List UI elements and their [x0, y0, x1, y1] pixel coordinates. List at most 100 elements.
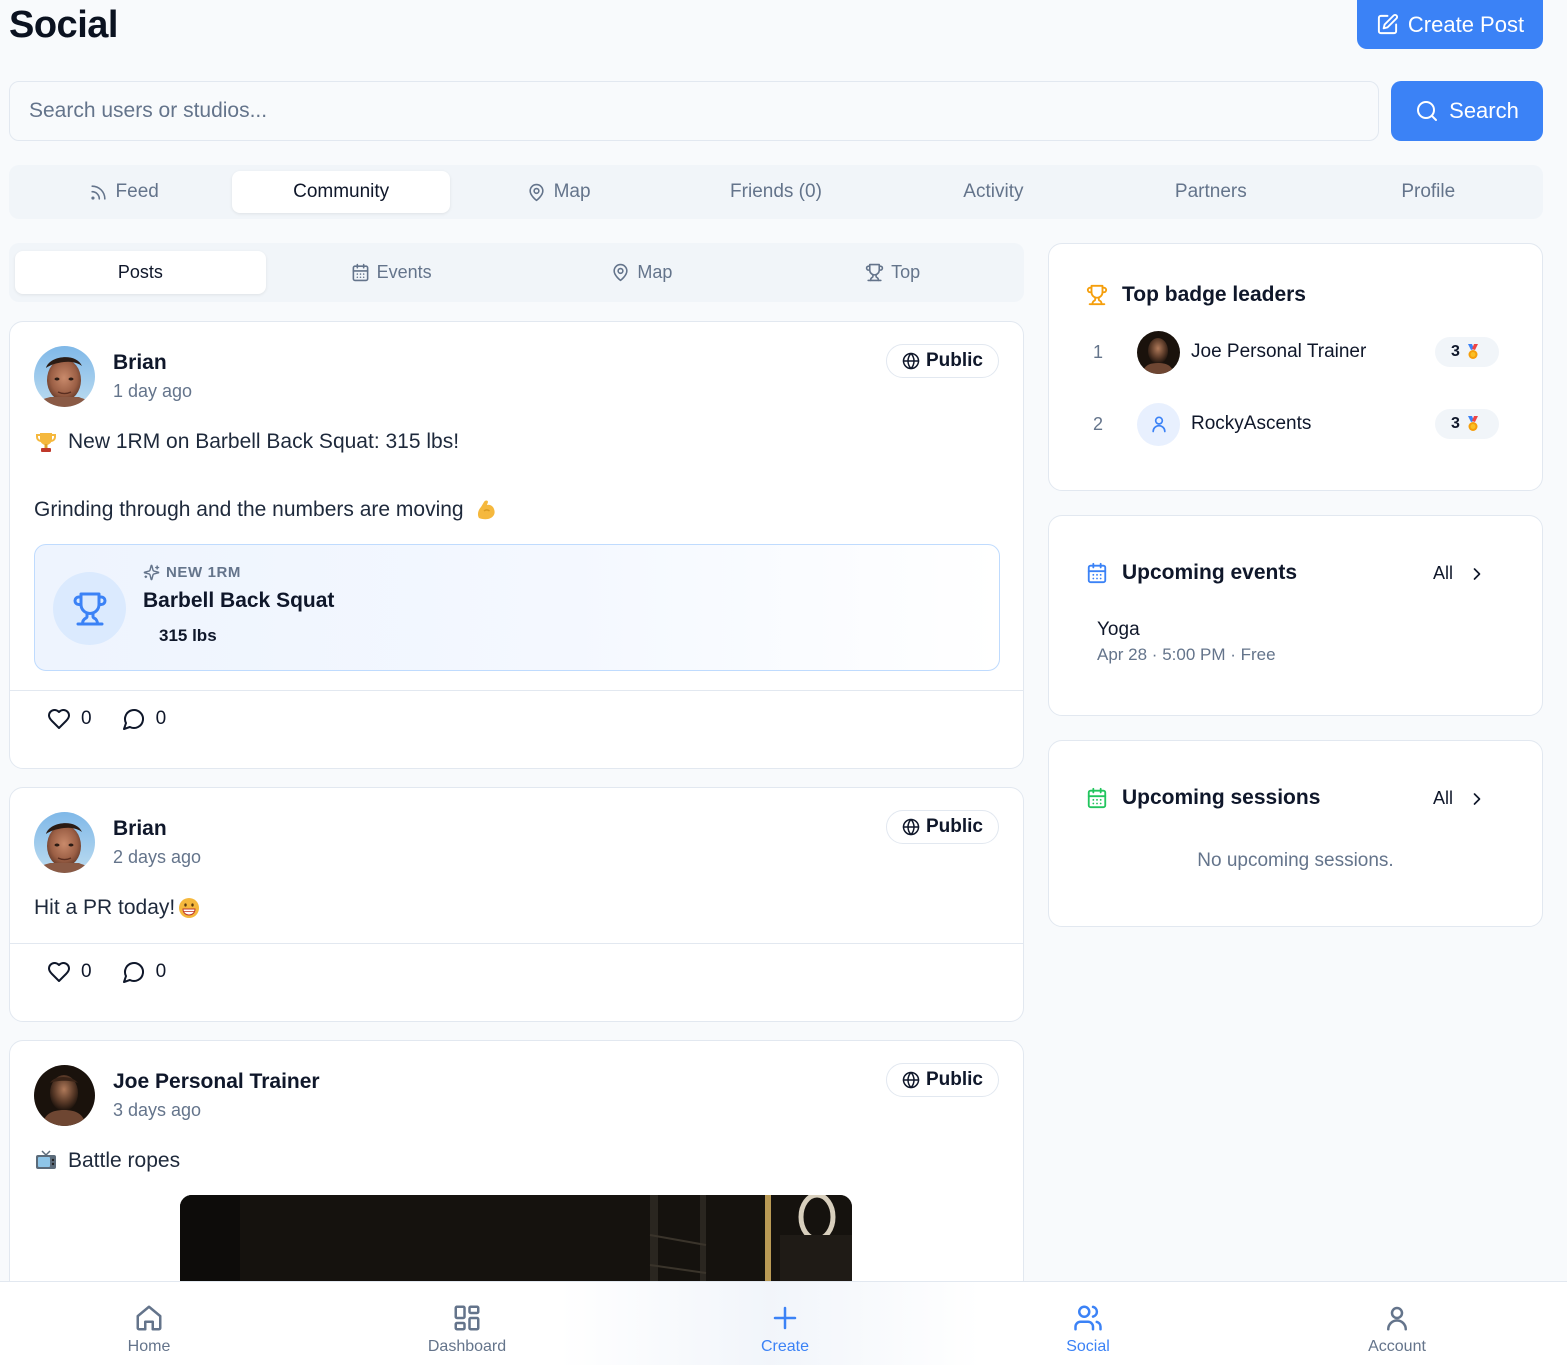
all-label: All	[1432, 563, 1453, 583]
pr-card[interactable]: NEW 1RM Barbell Back Squat 315 lbs	[34, 544, 1000, 671]
grinning-emoji-icon	[177, 896, 201, 920]
event-name[interactable]: Yoga	[1097, 619, 1140, 641]
like-count: 0	[81, 961, 92, 982]
subtab-top[interactable]: Top	[767, 251, 1018, 294]
edit-icon	[1376, 13, 1399, 36]
comment-button[interactable]: 0	[122, 960, 166, 984]
events-all-link[interactable]: All	[1433, 563, 1487, 584]
sessions-all-link[interactable]: All	[1433, 788, 1487, 809]
heart-icon	[47, 707, 71, 731]
post-time: 3 days ago	[113, 1100, 202, 1120]
globe-icon	[902, 352, 920, 370]
visibility-label: Public	[925, 1069, 983, 1090]
medal-icon	[1466, 344, 1480, 360]
like-button[interactable]: 0	[47, 707, 92, 731]
post-author[interactable]: Joe Personal Trainer	[113, 1070, 320, 1094]
chevron-right-icon	[1467, 564, 1487, 584]
post-reactions: 0 0	[47, 707, 166, 731]
avatar[interactable]	[34, 812, 95, 873]
nav-label: Dashboard	[427, 1338, 507, 1355]
globe-icon	[902, 1071, 920, 1089]
calendar-icon	[351, 263, 370, 282]
avatar[interactable]	[34, 346, 95, 407]
comment-button[interactable]: 0	[122, 707, 167, 731]
television-emoji-icon	[34, 1149, 58, 1173]
subtab-label: Top	[891, 262, 921, 282]
tab-partners[interactable]: Partners	[1102, 171, 1319, 213]
tab-friends[interactable]: Friends (0)	[667, 171, 884, 213]
trophy-icon	[72, 591, 108, 627]
nav-home[interactable]: Home	[69, 1282, 229, 1365]
pr-value: 315 lbs	[159, 626, 217, 645]
badge-count-value: 3	[1451, 415, 1460, 432]
leader-row[interactable]: 2 RockyAscents 3	[1093, 402, 1499, 446]
leader-row[interactable]: 1 Joe Personal Trainer 3	[1093, 330, 1499, 374]
post-text-line: Grinding through and the numbers are mov…	[34, 498, 464, 521]
badge-count: 3	[1435, 409, 1499, 439]
post-header: Brian 2 days ago	[34, 812, 201, 873]
flexed-biceps-emoji-icon	[474, 498, 498, 522]
like-button[interactable]: 0	[47, 960, 92, 984]
search-button-label: Search	[1449, 98, 1519, 123]
nav-label: Create	[760, 1338, 810, 1355]
plus-icon	[770, 1303, 800, 1333]
dashboard-icon	[452, 1303, 482, 1333]
search-button[interactable]: Search	[1391, 81, 1543, 141]
avatar	[1137, 402, 1180, 446]
post-text-line: Hit a PR today!	[34, 896, 176, 919]
tab-profile[interactable]: Profile	[1320, 171, 1537, 213]
badge-count: 3	[1435, 337, 1499, 367]
post-text-line: New 1RM on Barbell Back Squat: 315 lbs!	[68, 430, 460, 453]
comment-count: 0	[155, 708, 167, 729]
post-card: Brian 1 day ago Public New 1RM on Barbel…	[9, 321, 1024, 769]
tab-feed[interactable]: Feed	[15, 171, 232, 213]
comment-icon	[122, 960, 146, 984]
trophy-emoji-icon	[34, 430, 58, 454]
subtab-events[interactable]: Events	[266, 251, 517, 294]
nav-create[interactable]: Create	[705, 1282, 865, 1365]
search-input[interactable]	[9, 81, 1379, 141]
post-header: Brian 1 day ago	[34, 346, 192, 407]
avatar[interactable]	[34, 1065, 95, 1126]
visibility-badge: Public	[885, 1063, 999, 1097]
post-author[interactable]: Brian	[113, 351, 192, 375]
avatar	[1137, 330, 1180, 374]
users-icon	[1073, 1303, 1103, 1333]
calendar-icon	[1086, 787, 1108, 809]
leader-name: RockyAscents	[1191, 413, 1312, 434]
visibility-label: Public	[925, 350, 983, 371]
subtab-label: Map	[637, 262, 673, 282]
home-icon	[134, 1303, 164, 1333]
upcoming-sessions-card: Upcoming sessions All No upcoming sessio…	[1048, 740, 1543, 927]
leader-name: Joe Personal Trainer	[1191, 341, 1367, 362]
subtab-posts[interactable]: Posts	[15, 251, 266, 294]
post-reactions: 0 0	[47, 960, 166, 984]
create-post-button[interactable]: Create Post	[1357, 0, 1543, 49]
tab-map[interactable]: Map	[450, 171, 667, 213]
subtab-map[interactable]: Map	[517, 251, 768, 294]
medal-icon	[1466, 416, 1480, 432]
tab-label: Activity	[963, 181, 1024, 202]
subtab-label: Posts	[117, 262, 163, 282]
post-card: Joe Personal Trainer 3 days ago Public B…	[9, 1040, 1024, 1300]
post-author[interactable]: Brian	[113, 817, 201, 841]
nav-social[interactable]: Social	[1008, 1282, 1168, 1365]
tab-label: Feed	[115, 181, 159, 202]
tab-activity[interactable]: Activity	[885, 171, 1102, 213]
post-text: Grinding through and the numbers are mov…	[34, 496, 498, 523]
map-pin-icon	[611, 263, 630, 282]
nav-account[interactable]: Account	[1317, 1282, 1477, 1365]
leader-rank: 2	[1093, 413, 1104, 434]
calendar-icon	[1086, 562, 1108, 584]
post-text: Battle ropes	[34, 1147, 180, 1174]
nav-dashboard[interactable]: Dashboard	[387, 1282, 547, 1365]
bottom-nav: Home Dashboard Create Social Account	[0, 1281, 1567, 1365]
sparkles-icon	[143, 564, 160, 581]
tab-label: Partners	[1174, 181, 1247, 202]
post-header: Joe Personal Trainer 3 days ago	[34, 1065, 320, 1126]
pr-trophy-badge	[53, 572, 126, 645]
tab-community[interactable]: Community	[232, 171, 450, 213]
leader-rank: 1	[1093, 341, 1104, 362]
divider	[10, 690, 1023, 691]
tab-label: Community	[293, 181, 390, 202]
